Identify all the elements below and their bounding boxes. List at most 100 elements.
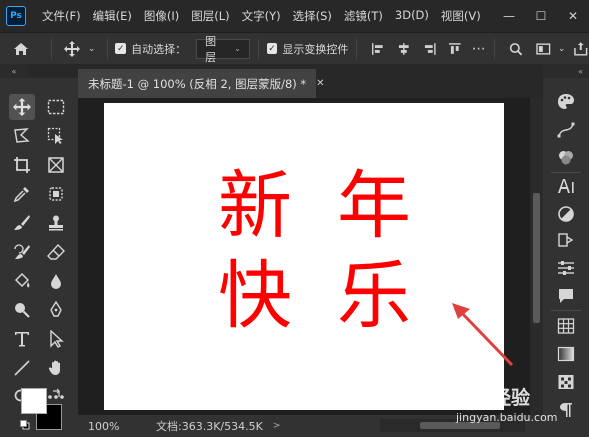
document-canvas[interactable]: 新 年 快 乐 bbox=[104, 103, 504, 410]
eraser-tool[interactable] bbox=[43, 239, 69, 265]
menu-select[interactable]: 选择(S) bbox=[287, 8, 338, 24]
color-palette-icon[interactable] bbox=[556, 92, 576, 112]
zoom-level[interactable]: 100% bbox=[78, 420, 126, 433]
chevron-down-icon[interactable]: ⌄ bbox=[85, 44, 99, 54]
workspace-icon[interactable] bbox=[536, 42, 552, 56]
tool-row bbox=[0, 295, 78, 324]
close-button[interactable]: ✕ bbox=[557, 0, 589, 32]
crop-icon bbox=[14, 156, 30, 173]
menu-view[interactable]: 视图(V) bbox=[435, 8, 487, 24]
crop-tool[interactable] bbox=[9, 152, 35, 178]
show-transform-label: 显示变换控件 bbox=[282, 42, 349, 56]
watermark-url: jingyan.baidu.com bbox=[456, 411, 558, 424]
auto-select-checkbox[interactable]: ✓ bbox=[115, 43, 127, 54]
menu-file[interactable]: 文件(F) bbox=[36, 8, 87, 24]
document-info: 文档:363.3K/534.5K bbox=[156, 420, 263, 433]
clone-stamp-tool[interactable] bbox=[43, 210, 69, 236]
tools-panel bbox=[0, 78, 78, 437]
hand-icon bbox=[48, 360, 60, 375]
line-icon bbox=[14, 359, 30, 376]
options-separator bbox=[356, 38, 358, 59]
toolbar-collapse-button[interactable]: « bbox=[0, 64, 28, 78]
hand-tool[interactable] bbox=[43, 355, 69, 381]
move-icon bbox=[13, 97, 31, 116]
lasso-tool[interactable] bbox=[9, 123, 35, 149]
document-tab[interactable]: 未标题-1 @ 100% (反相 2, 图层蒙版/8) * ✕ bbox=[78, 69, 325, 98]
align-right-icon[interactable] bbox=[423, 42, 437, 56]
paint-bucket-tool[interactable] bbox=[9, 268, 35, 294]
line-tool[interactable] bbox=[9, 355, 35, 381]
close-icon[interactable]: ✕ bbox=[316, 78, 324, 89]
status-menu-arrow[interactable]: > bbox=[273, 421, 281, 431]
tools-panel-header bbox=[0, 78, 78, 92]
photoshop-window: Ps 文件(F) 编辑(E) 图像(I) 图层(L) 文字(Y) 选择(S) 滤… bbox=[0, 0, 589, 437]
tool-row bbox=[0, 92, 78, 121]
pen-icon bbox=[50, 300, 62, 317]
foreground-color-swatch[interactable] bbox=[21, 388, 47, 414]
object-selection-tool[interactable] bbox=[43, 123, 69, 149]
home-icon bbox=[14, 42, 29, 55]
type-tool[interactable] bbox=[9, 326, 35, 352]
align-center-icon[interactable] bbox=[397, 42, 411, 56]
swatches-grid-icon[interactable] bbox=[556, 316, 576, 336]
tool-row bbox=[0, 266, 78, 295]
default-colors-icon[interactable] bbox=[20, 420, 30, 430]
menu-filter[interactable]: 滤镜(T) bbox=[338, 8, 389, 24]
canvas-text-char: 新 bbox=[218, 163, 292, 249]
options-separator bbox=[257, 38, 259, 59]
more-options-icon[interactable]: ⋯ bbox=[472, 41, 486, 57]
pen-tool[interactable] bbox=[43, 297, 69, 323]
minimize-button[interactable]: — bbox=[493, 0, 525, 32]
options-separator bbox=[50, 38, 52, 59]
canvas-area[interactable]: 新 年 快 乐 bbox=[78, 98, 530, 415]
healing-icon bbox=[49, 186, 63, 201]
paint-bucket-icon bbox=[14, 272, 30, 287]
share-icon[interactable] bbox=[573, 41, 589, 57]
path-selection-tool[interactable] bbox=[43, 326, 69, 352]
panels-collapse-button[interactable]: « bbox=[543, 64, 589, 78]
character-icon[interactable] bbox=[556, 176, 576, 196]
history-icon[interactable] bbox=[556, 230, 576, 250]
paths-icon[interactable] bbox=[556, 120, 576, 140]
brush-tool[interactable] bbox=[9, 210, 35, 236]
vertical-scrollbar[interactable] bbox=[530, 98, 543, 415]
maximize-button[interactable]: ☐ bbox=[525, 0, 557, 32]
canvas-text-char: 乐 bbox=[337, 253, 411, 339]
home-button[interactable] bbox=[0, 42, 43, 56]
search-icon[interactable] bbox=[509, 42, 523, 56]
tool-row bbox=[0, 208, 78, 237]
menu-edit[interactable]: 编辑(E) bbox=[87, 8, 138, 24]
gradients-icon[interactable] bbox=[556, 344, 576, 364]
spot-healing-tool[interactable] bbox=[43, 181, 69, 207]
menu-type[interactable]: 文字(Y) bbox=[236, 8, 287, 24]
align-top-icon[interactable] bbox=[448, 42, 462, 56]
auto-select-target-dropdown[interactable]: 图层 ⌄ bbox=[196, 35, 250, 64]
eyedropper-icon bbox=[13, 186, 29, 202]
comments-icon[interactable] bbox=[556, 286, 576, 306]
adjustments-icon[interactable] bbox=[556, 204, 576, 224]
menu-3d[interactable]: 3D(D) bbox=[389, 8, 435, 24]
show-transform-checkbox[interactable]: ✓ bbox=[266, 43, 278, 54]
auto-select-target-value: 图层 bbox=[205, 34, 217, 64]
align-left-icon[interactable] bbox=[371, 42, 385, 56]
menu-image[interactable]: 图像(I) bbox=[138, 8, 185, 24]
frame-tool[interactable] bbox=[43, 152, 69, 178]
window-controls: — ☐ ✕ bbox=[493, 0, 589, 32]
channels-icon[interactable] bbox=[556, 148, 576, 168]
properties-sliders-icon[interactable] bbox=[556, 258, 576, 278]
document-tab-bar: 未标题-1 @ 100% (反相 2, 图层蒙版/8) * ✕ bbox=[78, 64, 543, 98]
history-brush-tool[interactable] bbox=[9, 239, 35, 265]
menu-list: 文件(F) 编辑(E) 图像(I) 图层(L) 文字(Y) 选择(S) 滤镜(T… bbox=[36, 8, 487, 24]
swap-colors-icon[interactable] bbox=[52, 388, 62, 398]
chevron-down-icon[interactable]: ⌄ bbox=[556, 44, 568, 54]
move-tool[interactable] bbox=[9, 93, 35, 120]
marquee-tool[interactable] bbox=[43, 94, 69, 120]
options-separator bbox=[493, 38, 495, 59]
drop-icon bbox=[51, 273, 61, 289]
move-tool-preset[interactable] bbox=[60, 40, 85, 57]
menu-layer[interactable]: 图层(L) bbox=[185, 8, 235, 24]
blur-tool[interactable] bbox=[43, 268, 69, 294]
eyedropper-tool[interactable] bbox=[9, 181, 35, 207]
dodge-tool[interactable] bbox=[9, 297, 35, 323]
vertical-scroll-thumb[interactable] bbox=[533, 193, 540, 323]
